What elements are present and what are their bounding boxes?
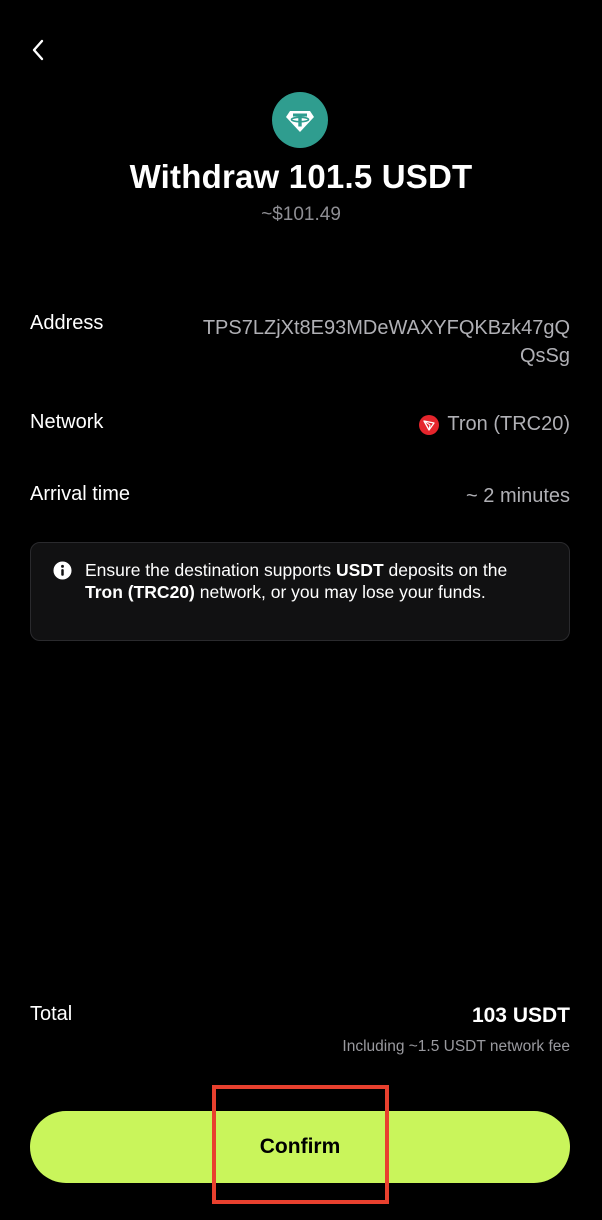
tether-icon — [272, 92, 328, 148]
network-name: Tron (TRC20) — [447, 413, 570, 435]
info-icon — [53, 561, 72, 580]
withdraw-confirm-screen: Withdraw 101.5 USDT ~$101.49 Address TPS… — [0, 0, 602, 1220]
arrival-time-value: ~ 2 minutes — [466, 485, 570, 507]
notice-asset: USDT — [336, 560, 384, 580]
fiat-value: ~$101.49 — [261, 204, 341, 225]
total-label: Total — [30, 1003, 73, 1025]
confirm-button[interactable]: Confirm — [30, 1111, 570, 1183]
network-value: Tron (TRC20) — [419, 413, 570, 436]
notice-text: Ensure the destination supports USDT dep… — [85, 560, 508, 602]
notice-network: Tron (TRC20) — [85, 582, 195, 602]
back-button[interactable] — [22, 34, 54, 66]
tron-icon — [419, 414, 440, 435]
page-title: Withdraw 101.5 USDT — [129, 158, 473, 195]
total-value: 103 USDT — [471, 1004, 570, 1027]
chevron-left-icon — [32, 39, 44, 61]
network-fee-note: Including ~1.5 USDT network fee — [342, 1038, 570, 1055]
arrival-time-label: Arrival time — [30, 483, 131, 505]
warning-notice: Ensure the destination supports USDT dep… — [30, 542, 570, 641]
address-label: Address — [30, 312, 104, 334]
address-value: TPS7LZjXt8E93MDeWAXYFQKBzk47gQQsSg — [202, 317, 570, 367]
network-label: Network — [30, 411, 104, 433]
